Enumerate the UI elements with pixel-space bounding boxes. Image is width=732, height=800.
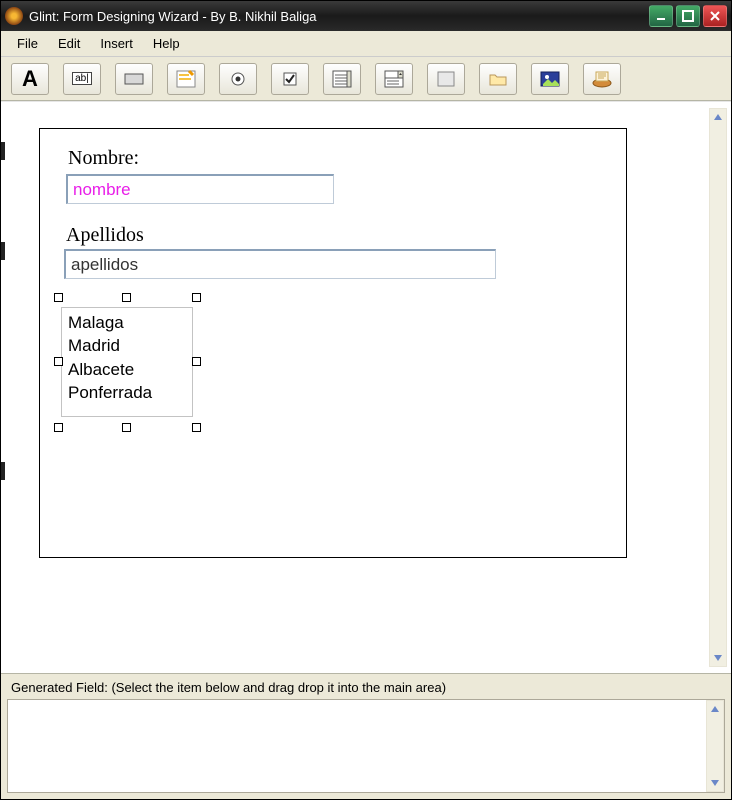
checkbox-tool-button[interactable] [271,63,309,95]
label-nombre[interactable]: Nombre: [68,147,139,170]
generated-panel: Generated Field: (Select the item below … [1,673,731,799]
scroll-down-icon[interactable] [710,650,726,666]
canvas-viewport: Nombre: Apellidos Malaga Madrid Albacete… [11,114,705,661]
resize-handle-se[interactable] [192,423,201,432]
combo-tool-button[interactable] [375,63,413,95]
panel-icon [435,69,457,89]
toolbar: A ab| [1,57,731,101]
scroll-up-icon[interactable] [710,109,726,125]
scanner-icon [591,69,613,89]
vertical-scrollbar[interactable] [706,700,724,792]
button-tool-button[interactable] [115,63,153,95]
scanner-tool-button[interactable] [583,63,621,95]
panel-tool-button[interactable] [427,63,465,95]
textarea-tool-button[interactable] [167,63,205,95]
combo-icon [383,69,405,89]
textarea-icon [175,69,197,89]
window-controls [649,5,727,27]
minimize-button[interactable] [649,5,673,27]
resize-handle-e[interactable] [192,357,201,366]
generated-drop-area[interactable] [7,699,725,793]
folder-icon [487,69,509,89]
listbox-cities[interactable]: Malaga Madrid Albacete Ponferrada [61,307,193,417]
label-tool-button[interactable]: A [11,63,49,95]
folder-tool-button[interactable] [479,63,517,95]
resize-handle-sw[interactable] [54,423,63,432]
close-button[interactable] [703,5,727,27]
list-icon [331,69,353,89]
bg-shadow [1,462,5,480]
resize-handle-nw[interactable] [54,293,63,302]
list-tool-button[interactable] [323,63,361,95]
app-icon [5,7,23,25]
radio-tool-button[interactable] [219,63,257,95]
generated-label: Generated Field: (Select the item below … [1,674,731,699]
bg-shadow [1,242,5,260]
bg-shadow [1,142,5,160]
list-item[interactable]: Madrid [64,334,190,357]
image-tool-button[interactable] [531,63,569,95]
menu-file[interactable]: File [9,34,46,53]
resize-handle-n[interactable] [122,293,131,302]
letter-a-icon: A [22,66,38,92]
input-apellidos[interactable] [64,249,496,279]
list-item[interactable]: Ponferrada [64,381,190,404]
app-window: Glint: Form Designing Wizard - By B. Nik… [0,0,732,800]
radio-icon [227,69,249,89]
vertical-scrollbar[interactable] [709,108,727,667]
window-title: Glint: Form Designing Wizard - By B. Nik… [29,9,649,24]
list-item[interactable]: Albacete [64,358,190,381]
button-icon [123,69,145,89]
design-area[interactable]: Nombre: Apellidos Malaga Madrid Albacete… [1,101,731,673]
menu-help[interactable]: Help [145,34,188,53]
titlebar[interactable]: Glint: Form Designing Wizard - By B. Nik… [1,1,731,31]
resize-handle-ne[interactable] [192,293,201,302]
picture-icon [539,69,561,89]
resize-handle-w[interactable] [54,357,63,366]
label-apellidos[interactable]: Apellidos [66,224,144,247]
maximize-button[interactable] [676,5,700,27]
scroll-up-icon[interactable] [707,701,723,717]
form-canvas[interactable]: Nombre: Apellidos Malaga Madrid Albacete… [39,128,627,558]
menu-insert[interactable]: Insert [92,34,141,53]
menubar: File Edit Insert Help [1,31,731,57]
textbox-icon: ab| [72,72,92,85]
textbox-tool-button[interactable]: ab| [63,63,101,95]
scroll-down-icon[interactable] [707,775,723,791]
checkbox-icon [279,69,301,89]
resize-handle-s[interactable] [122,423,131,432]
list-item[interactable]: Malaga [64,311,190,334]
input-nombre[interactable] [66,174,334,204]
menu-edit[interactable]: Edit [50,34,88,53]
